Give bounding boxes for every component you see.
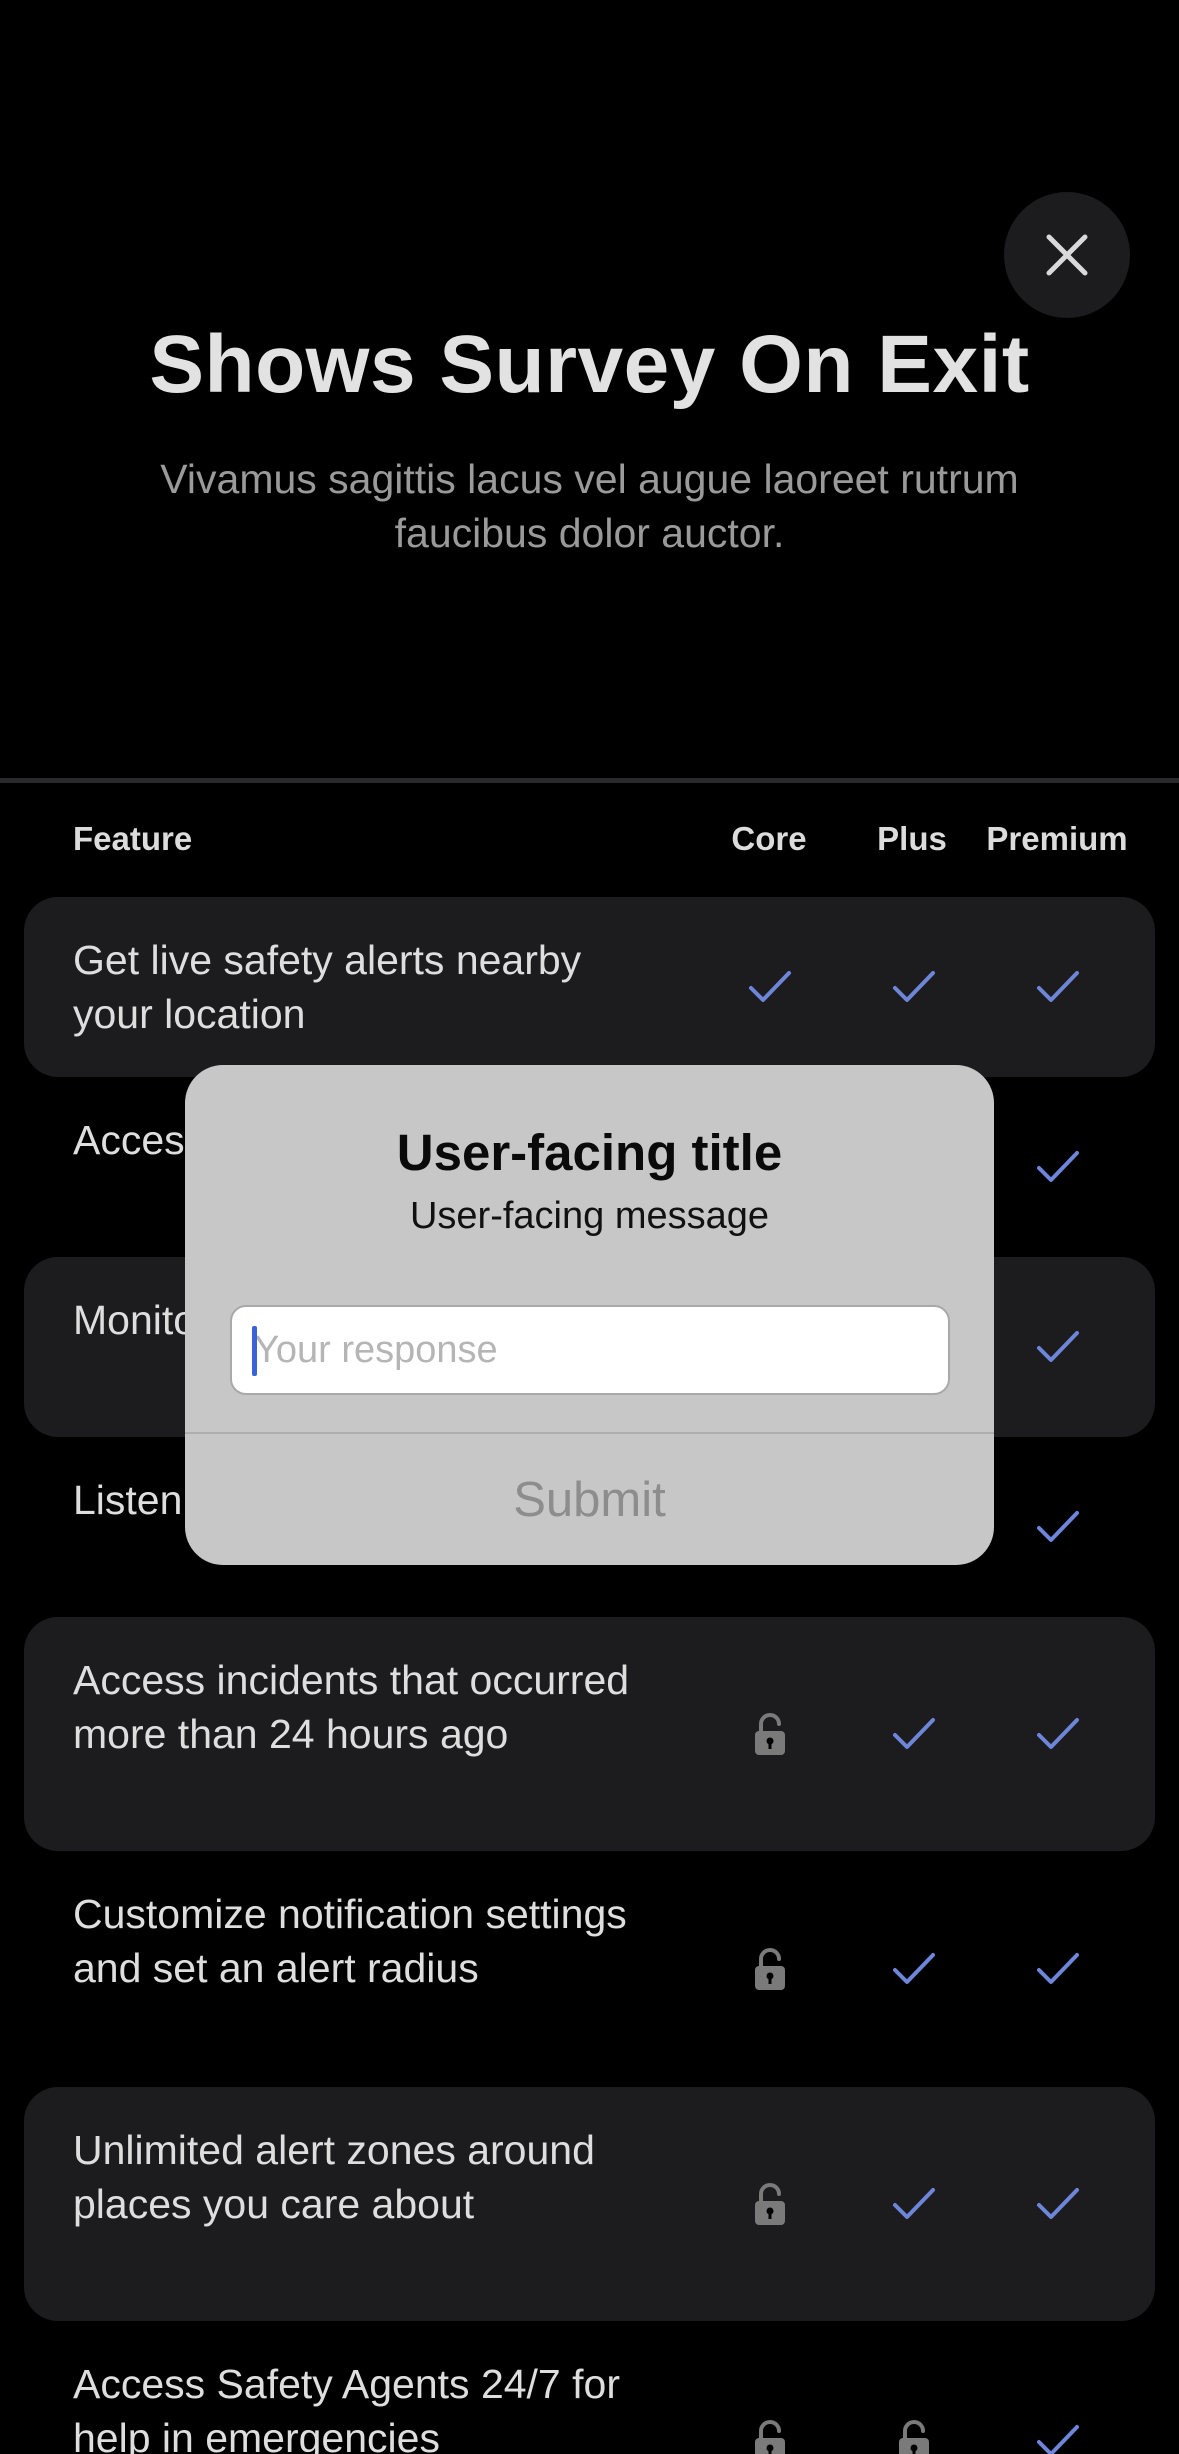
core-cell [730,1704,810,1764]
lock-icon [899,2420,929,2454]
checkmark-icon [1037,1953,1079,1984]
checkmark-icon [1037,1718,1079,1749]
feature-label: Access incidents that occurred more than… [73,1657,630,1757]
premium-cell [1018,1704,1098,1764]
column-header-feature: Feature [73,820,193,857]
plus-cell [874,1939,954,1999]
premium-cell [1018,1137,1098,1197]
alert-title: User-facing title [396,1124,783,1181]
core-cell [730,2411,810,2454]
response-input[interactable] [230,1305,950,1395]
feature-label: Unlimited alert zones around places you … [73,2127,595,2227]
lock-icon [755,2420,785,2454]
checkmark-icon [1037,1511,1079,1542]
column-header-premium: Premium [986,820,1128,857]
table-row: Access incidents that occurred more than… [24,1617,1155,1851]
premium-cell [1018,2174,1098,2234]
close-icon [1046,234,1088,276]
premium-cell [1018,2411,1098,2454]
checkmark-icon [1037,2188,1079,2219]
plus-cell [874,1704,954,1764]
column-header-core: Core [731,820,807,857]
page-title: Shows Survey On Exit [149,319,1030,410]
table-header: Feature Core Plus Premium [0,820,1179,864]
section-divider [0,778,1179,783]
premium-cell [1018,957,1098,1017]
lock-icon [755,1948,785,1990]
plus-cell [874,2411,954,2454]
core-cell [730,957,810,1017]
column-header-plus: Plus [877,820,947,857]
premium-cell [1018,1317,1098,1377]
text-cursor [252,1326,257,1376]
checkmark-icon [893,1953,935,1984]
premium-cell [1018,1497,1098,1557]
plus-cell [874,2174,954,2234]
checkmark-icon [893,2188,935,2219]
lock-icon [755,2183,785,2225]
table-row: Unlimited alert zones around places you … [24,2087,1155,2321]
alert-message: User-facing message [409,1195,770,1237]
survey-alert-dialog: User-facing title User-facing message Su… [185,1065,994,1565]
feature-label: Customize notification settings and set … [73,1891,627,1991]
table-row: Get live safety alerts nearby your locat… [24,897,1155,1077]
checkmark-icon [893,971,935,1002]
plus-cell [874,957,954,1017]
checkmark-icon [1037,2425,1079,2454]
core-cell [730,1939,810,1999]
premium-cell [1018,1939,1098,1999]
checkmark-icon [1037,1331,1079,1362]
page-subtitle: Vivamus sagittis lacus vel augue laoreet… [160,456,1019,556]
table-row: Customize notification settings and set … [24,1851,1155,2087]
lock-icon [755,1713,785,1755]
submit-button[interactable]: Submit [185,1434,994,1565]
close-button[interactable] [1004,192,1130,318]
feature-label: Get live safety alerts nearby your locat… [73,937,582,1037]
checkmark-icon [1037,971,1079,1002]
checkmark-icon [893,1718,935,1749]
checkmark-icon [1037,1151,1079,1182]
core-cell [730,2174,810,2234]
table-row: Access Safety Agents 24/7 for help in em… [24,2321,1155,2454]
feature-label: Access Safety Agents 24/7 for help in em… [73,2361,620,2454]
checkmark-icon [749,971,791,1002]
